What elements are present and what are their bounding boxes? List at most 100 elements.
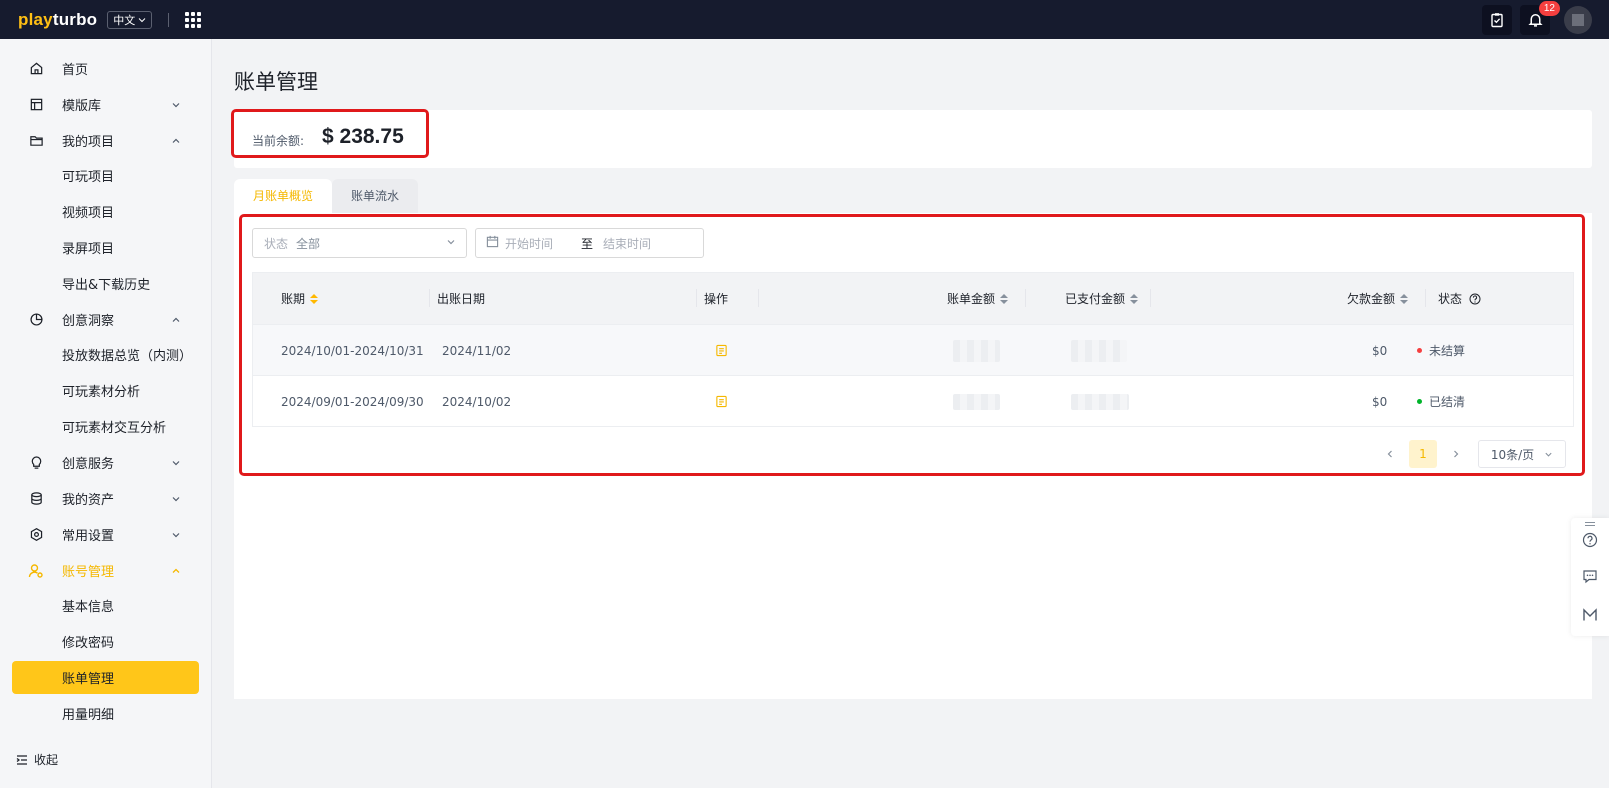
balance-card: 当前余额: $ 238.75 bbox=[234, 110, 1592, 168]
notification-button[interactable]: 12 bbox=[1520, 0, 1560, 35]
status-filter-select[interactable]: 状态 全部 bbox=[252, 228, 467, 258]
next-page-button[interactable] bbox=[1442, 440, 1470, 468]
tab-billing-flow[interactable]: 账单流水 bbox=[332, 179, 419, 214]
start-date-input[interactable]: 开始时间 bbox=[505, 235, 553, 252]
sidebar-item-label: 创意服务 bbox=[62, 457, 115, 472]
sidebar-item-label: 模版库 bbox=[62, 99, 102, 114]
cell-owed-amount: $0 bbox=[1372, 394, 1388, 409]
sort-icon[interactable] bbox=[1400, 293, 1409, 304]
header-period[interactable]: 账期 bbox=[281, 273, 319, 324]
date-range-picker[interactable]: 开始时间 至 结束时间 bbox=[475, 228, 704, 258]
sidebar-item-playable-projects[interactable]: 可玩项目 bbox=[12, 159, 199, 192]
feedback-button[interactable] bbox=[1582, 568, 1598, 584]
cell-status: 未结算 bbox=[1417, 325, 1465, 376]
sidebar-item-billing[interactable]: 账单管理 bbox=[12, 661, 199, 694]
drag-handle-icon[interactable] bbox=[1582, 519, 1598, 529]
sidebar-item-basic-info[interactable]: 基本信息 bbox=[12, 589, 199, 622]
sidebar-item-label: 修改密码 bbox=[62, 636, 115, 651]
prev-page-button[interactable] bbox=[1376, 440, 1404, 468]
notification-badge: 12 bbox=[1538, 0, 1560, 16]
sidebar-item-creative-services[interactable]: 创意服务 bbox=[12, 446, 199, 479]
status-dot bbox=[1417, 399, 1422, 404]
header-paid-amount[interactable]: 已支付金额 bbox=[1065, 273, 1139, 324]
cell-bill-date: 2024/11/02 bbox=[442, 343, 512, 358]
sidebar-item-label: 用量明细 bbox=[62, 708, 115, 723]
header-status: 状态 bbox=[1438, 273, 1481, 324]
header-action: 操作 bbox=[704, 292, 729, 306]
folder-icon bbox=[28, 133, 44, 149]
language-label: 中文 bbox=[113, 13, 136, 27]
sort-icon[interactable] bbox=[1000, 293, 1009, 304]
sidebar: 首页 模版库 我的项目 可玩项目 视频项目 录屏项目 导出&下载历史 创意洞察 … bbox=[0, 39, 212, 788]
language-selector[interactable]: 中文 bbox=[107, 10, 153, 29]
sidebar-item-recording-projects[interactable]: 录屏项目 bbox=[12, 231, 199, 264]
status-filter-label: 状态 bbox=[264, 236, 289, 251]
database-icon bbox=[28, 491, 44, 507]
settings-icon bbox=[28, 527, 44, 543]
sidebar-item-settings[interactable]: 常用设置 bbox=[12, 518, 199, 551]
sidebar-item-playable-analysis[interactable]: 可玩素材分析 bbox=[12, 374, 199, 407]
clipboard-check-icon bbox=[1491, 12, 1503, 27]
sidebar-item-templates[interactable]: 模版库 bbox=[12, 88, 199, 121]
chevron-right-icon bbox=[1454, 450, 1459, 458]
header-owed-amount[interactable]: 欠款金额 bbox=[1347, 273, 1409, 324]
page-title: 账单管理 bbox=[234, 70, 318, 94]
view-bill-button[interactable] bbox=[715, 376, 728, 427]
app-logo[interactable]: playturbo bbox=[18, 10, 97, 30]
chevron-down-icon bbox=[446, 236, 456, 250]
cell-status: 已结清 bbox=[1417, 376, 1465, 427]
tab-monthly-overview[interactable]: 月账单概览 bbox=[234, 179, 333, 214]
user-avatar[interactable] bbox=[1564, 5, 1592, 34]
sidebar-item-label: 可玩项目 bbox=[62, 170, 115, 185]
sidebar-item-label: 常用设置 bbox=[62, 529, 115, 544]
sidebar-item-my-assets[interactable]: 我的资产 bbox=[12, 482, 199, 515]
sidebar-item-label: 可玩素材交互分析 bbox=[62, 421, 167, 436]
chevron-up-icon bbox=[171, 315, 181, 325]
cell-bill-date: 2024/10/02 bbox=[442, 394, 512, 409]
view-bill-button[interactable] bbox=[715, 325, 728, 376]
sidebar-item-usage-details[interactable]: 用量明细 bbox=[12, 697, 199, 730]
sidebar-item-label: 录屏项目 bbox=[62, 242, 115, 257]
cell-bill-amount-redacted bbox=[953, 325, 1000, 376]
sidebar-item-label: 可玩素材分析 bbox=[62, 385, 141, 400]
help-button[interactable] bbox=[1582, 532, 1598, 548]
calendar-icon bbox=[486, 235, 499, 251]
sidebar-item-export-history[interactable]: 导出&下载历史 bbox=[12, 267, 199, 300]
sidebar-item-account-management[interactable]: 账号管理 bbox=[12, 554, 199, 587]
sidebar-item-label: 账单管理 bbox=[62, 672, 115, 687]
divider bbox=[168, 12, 170, 27]
sidebar-item-my-projects[interactable]: 我的项目 bbox=[12, 124, 199, 157]
sidebar-item-video-projects[interactable]: 视频项目 bbox=[12, 195, 199, 228]
cell-period: 2024/09/01-2024/09/30 bbox=[281, 394, 424, 409]
sidebar-item-label: 导出&下载历史 bbox=[62, 278, 151, 293]
sidebar-item-label: 投放数据总览（内测） bbox=[62, 349, 193, 364]
help-circle-icon[interactable] bbox=[1469, 293, 1481, 305]
table-header: 账期 出账日期 操作 账单金额 已支付金额 欠款金额 状态 bbox=[253, 273, 1573, 324]
header-bill-amount[interactable]: 账单金额 bbox=[947, 273, 1009, 324]
sidebar-item-label: 首页 bbox=[62, 63, 89, 78]
sort-icon[interactable] bbox=[1130, 293, 1139, 304]
page-number-button[interactable]: 1 bbox=[1409, 440, 1437, 468]
sidebar-item-creative-insights[interactable]: 创意洞察 bbox=[12, 303, 199, 336]
collapse-sidebar-button[interactable]: 收起 bbox=[16, 751, 58, 768]
table-row: 2024/10/01-2024/10/31 2024/11/02 $0 未结算 bbox=[253, 324, 1573, 375]
sidebar-item-playable-interaction-analysis[interactable]: 可玩素材交互分析 bbox=[12, 410, 199, 443]
pagination: 1 10条/页 bbox=[1376, 440, 1566, 468]
task-button[interactable] bbox=[1482, 4, 1512, 35]
template-icon bbox=[28, 97, 44, 113]
apps-grid-icon[interactable] bbox=[185, 11, 202, 28]
sidebar-item-home[interactable]: 首页 bbox=[12, 52, 199, 85]
end-date-input[interactable]: 结束时间 bbox=[603, 235, 651, 252]
sidebar-item-ad-data-overview[interactable]: 投放数据总览（内测） bbox=[12, 338, 199, 371]
balance-label: 当前余额: bbox=[252, 134, 305, 148]
sort-icon[interactable] bbox=[310, 293, 319, 304]
sidebar-item-change-password[interactable]: 修改密码 bbox=[12, 625, 199, 658]
cell-paid-amount-redacted bbox=[1071, 376, 1129, 427]
user-settings-icon bbox=[28, 563, 44, 579]
chevron-down-icon bbox=[171, 100, 181, 110]
mail-button[interactable] bbox=[1582, 607, 1598, 623]
billing-table: 账期 出账日期 操作 账单金额 已支付金额 欠款金额 状态 2024/10/01… bbox=[252, 272, 1574, 427]
chat-icon bbox=[1583, 570, 1597, 584]
balance-value: $ 238.75 bbox=[322, 125, 404, 148]
page-size-select[interactable]: 10条/页 bbox=[1478, 440, 1566, 468]
